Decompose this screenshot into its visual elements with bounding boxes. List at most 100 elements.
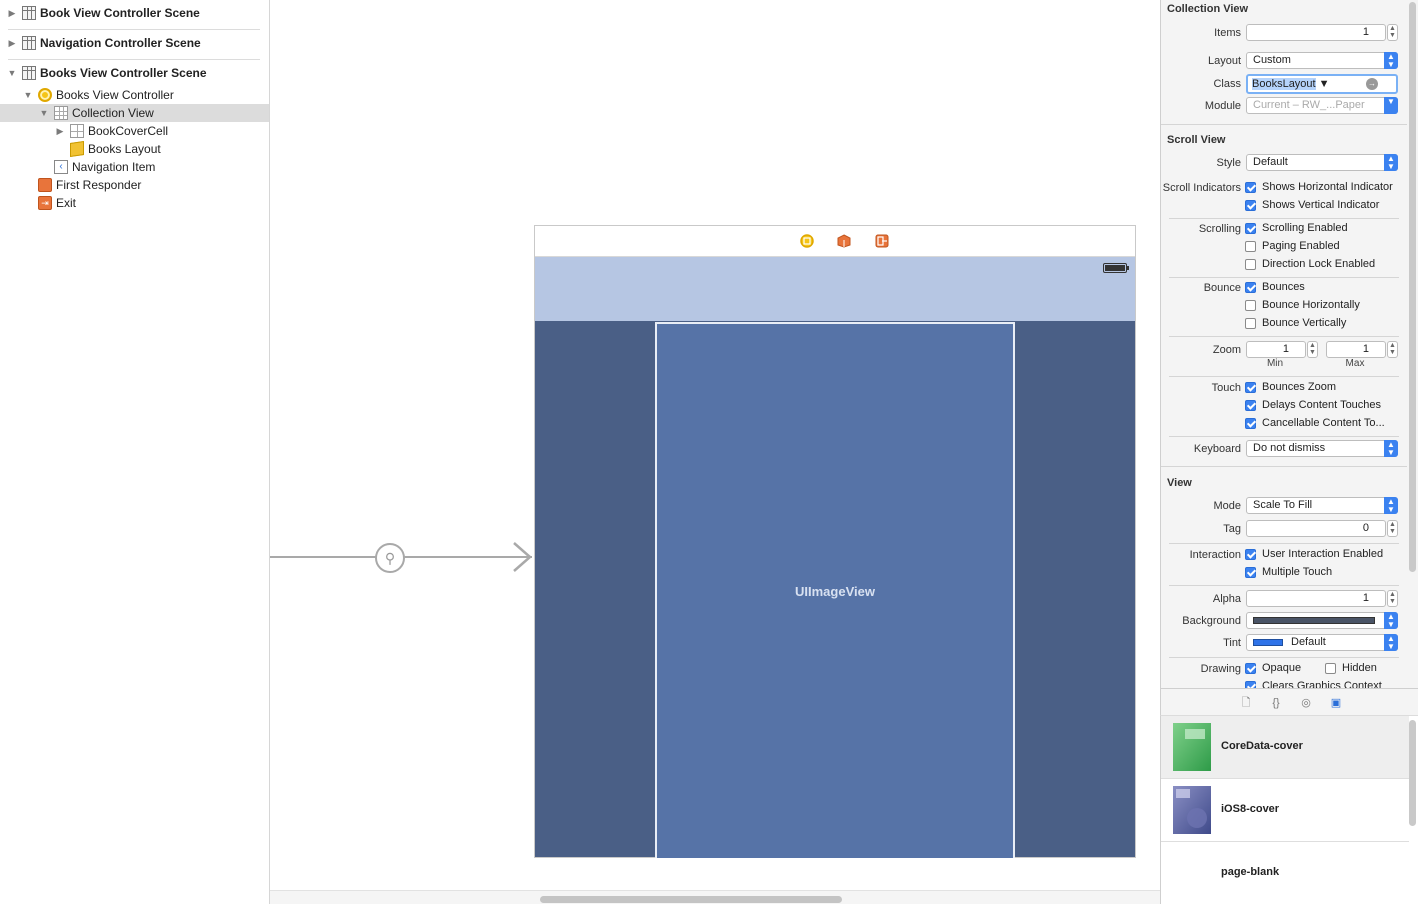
layout-label: Layout (1207, 55, 1241, 67)
navigation-bar[interactable] (535, 257, 1135, 321)
popup-chevron-icon[interactable]: ▼ (1319, 78, 1330, 90)
layout-popup[interactable]: Custom ▲ ▼ (1246, 52, 1398, 69)
class-field[interactable]: BooksLayout → ▼ (1246, 74, 1398, 94)
shows-horizontal-checkbox[interactable]: Shows Horizontal Indicator (1245, 181, 1393, 193)
segue-relationship-icon[interactable]: ⚲ (375, 543, 405, 573)
horizontal-scrollbar[interactable] (270, 890, 1160, 904)
alpha-stepper[interactable]: ▲ ▼ (1387, 590, 1398, 607)
tint-value: Default (1291, 636, 1326, 648)
mode-popup[interactable]: Scale To Fill ▲ ▼ (1246, 497, 1398, 514)
scene-row-books-view-controller[interactable]: ▼ Books View Controller Scene (0, 62, 270, 84)
tint-color-popup[interactable]: Default ▲ ▼ (1246, 634, 1398, 651)
tint-color-swatch (1253, 639, 1283, 646)
layout-object-icon (70, 141, 84, 157)
paging-enabled-checkbox[interactable]: Paging Enabled (1245, 240, 1340, 252)
collection-cell-icon (70, 124, 84, 138)
scrolling-label: Scrolling (1198, 223, 1241, 235)
tree-item-exit[interactable]: ⇥ Exit (0, 194, 269, 212)
disclosure-down-icon[interactable]: ▼ (22, 89, 34, 101)
bounce-horizontally-checkbox[interactable]: Bounce Horizontally (1245, 299, 1360, 311)
scene-frame[interactable]: UIImageView (534, 225, 1136, 858)
object-library-icon[interactable]: ◎ (1299, 696, 1313, 710)
media-library-list: CoreData-cover iOS8-cover page-blank (1160, 716, 1418, 904)
go-to-class-icon[interactable]: → (1366, 78, 1378, 90)
tree-item-books-layout[interactable]: Books Layout (0, 140, 269, 158)
tint-label: Tint (1223, 637, 1241, 649)
tree-item-label: Books View Controller (56, 88, 174, 102)
bounce-label: Bounce (1203, 282, 1241, 294)
image-view-cell[interactable]: UIImageView (655, 322, 1015, 858)
alpha-field[interactable]: 1 (1246, 590, 1386, 607)
alpha-label: Alpha (1212, 593, 1241, 605)
tree-item-label: Exit (56, 196, 77, 210)
collection-view-icon (54, 106, 68, 120)
storyboard-canvas[interactable]: ⚲ UIImageView (270, 0, 1160, 904)
zoom-max-stepper[interactable]: ▲ ▼ (1387, 341, 1398, 358)
file-template-icon[interactable]: 🗋 (1239, 696, 1253, 710)
popup-chevron-icon: ▲ ▼ (1384, 154, 1398, 171)
library-scrollbar[interactable] (1409, 720, 1416, 826)
tag-stepper[interactable]: ▲ ▼ (1387, 520, 1398, 537)
bounce-vertically-checkbox[interactable]: Bounce Vertically (1245, 317, 1346, 329)
bounces-checkbox[interactable]: Bounces (1245, 281, 1305, 293)
module-value: Current – RW_...Paper (1253, 99, 1365, 111)
tree-item-book-cover-cell[interactable]: ▶ BookCoverCell (0, 122, 269, 140)
module-popup[interactable]: Current – RW_...Paper ▼ (1246, 97, 1398, 114)
library-item-name: page-blank (1221, 866, 1280, 878)
zoom-min-field[interactable]: 1 (1246, 341, 1306, 358)
section-title-scroll-view: Scroll View (1167, 134, 1226, 146)
view-controller-icon[interactable] (800, 234, 814, 248)
disclosure-right-icon[interactable]: ▶ (54, 125, 66, 137)
tag-field[interactable]: 0 (1246, 520, 1386, 537)
battery-icon (1103, 263, 1129, 273)
clears-graphics-checkbox[interactable]: Clears Graphics Context (1245, 680, 1382, 688)
book-cover-thumbnail (1173, 723, 1211, 771)
popup-chevron-icon: ▲ ▼ (1384, 634, 1398, 651)
scene-icon (22, 6, 36, 20)
popup-chevron-icon: ▲ ▼ (1384, 612, 1398, 629)
bounces-zoom-checkbox[interactable]: Bounces Zoom (1245, 381, 1336, 393)
tree-item-books-view-controller[interactable]: ▼ Books View Controller (0, 86, 269, 104)
hidden-checkbox[interactable]: Hidden (1325, 662, 1377, 674)
scene-row-book-view-controller[interactable]: ▶ Book View Controller Scene (0, 2, 270, 30)
scene-row-navigation-controller[interactable]: ▶ Navigation Controller Scene (0, 32, 270, 60)
direction-lock-checkbox[interactable]: Direction Lock Enabled (1245, 258, 1375, 270)
media-library-icon[interactable]: ▣ (1329, 696, 1343, 710)
library-item-page-blank[interactable]: page-blank (1161, 842, 1409, 904)
view-controller-icon (38, 88, 52, 102)
scroll-indicators-label: Scroll Indicators (1162, 182, 1241, 194)
first-responder-icon (38, 178, 52, 192)
library-item-coredata-cover[interactable]: CoreData-cover (1161, 716, 1409, 779)
disclosure-down-icon[interactable]: ▼ (38, 107, 50, 119)
style-popup[interactable]: Default ▲ ▼ (1246, 154, 1398, 171)
tree-item-navigation-item[interactable]: ‹ Navigation Item (0, 158, 269, 176)
scrolling-enabled-checkbox[interactable]: Scrolling Enabled (1245, 222, 1348, 234)
cancellable-content-touches-checkbox[interactable]: Cancellable Content To... (1245, 417, 1385, 429)
user-interaction-checkbox[interactable]: User Interaction Enabled (1245, 548, 1383, 560)
disclosure-right-icon[interactable]: ▶ (6, 37, 18, 49)
zoom-max-field[interactable]: 1 (1326, 341, 1386, 358)
exit-icon[interactable] (875, 234, 889, 248)
delays-content-touches-checkbox[interactable]: Delays Content Touches (1245, 399, 1381, 411)
opaque-checkbox[interactable]: Opaque (1245, 662, 1301, 674)
inspector-scrollbar[interactable] (1409, 2, 1416, 572)
first-responder-icon[interactable] (837, 234, 851, 248)
zoom-min-stepper[interactable]: ▲ ▼ (1307, 341, 1318, 358)
popup-chevron-icon: ▲ ▼ (1384, 497, 1398, 514)
library-item-ios8-cover[interactable]: iOS8-cover (1161, 779, 1409, 842)
shows-vertical-checkbox[interactable]: Shows Vertical Indicator (1245, 199, 1379, 211)
style-value: Default (1253, 156, 1288, 168)
multiple-touch-checkbox[interactable]: Multiple Touch (1245, 566, 1332, 578)
mode-value: Scale To Fill (1253, 499, 1313, 511)
disclosure-down-icon[interactable]: ▼ (6, 67, 18, 79)
disclosure-right-icon[interactable]: ▶ (6, 7, 18, 19)
tree-item-label: Navigation Item (72, 160, 156, 174)
tree-item-collection-view[interactable]: ▼ Collection View (0, 104, 269, 122)
background-color-popup[interactable]: ▲ ▼ (1246, 612, 1398, 629)
items-field[interactable]: 1 (1246, 24, 1386, 41)
keyboard-popup[interactable]: Do not dismiss ▲ ▼ (1246, 440, 1398, 457)
items-stepper[interactable]: ▲ ▼ (1387, 24, 1398, 41)
horizontal-scroll-thumb[interactable] (540, 896, 842, 903)
code-snippet-icon[interactable]: {} (1269, 696, 1283, 710)
tree-item-first-responder[interactable]: First Responder (0, 176, 269, 194)
